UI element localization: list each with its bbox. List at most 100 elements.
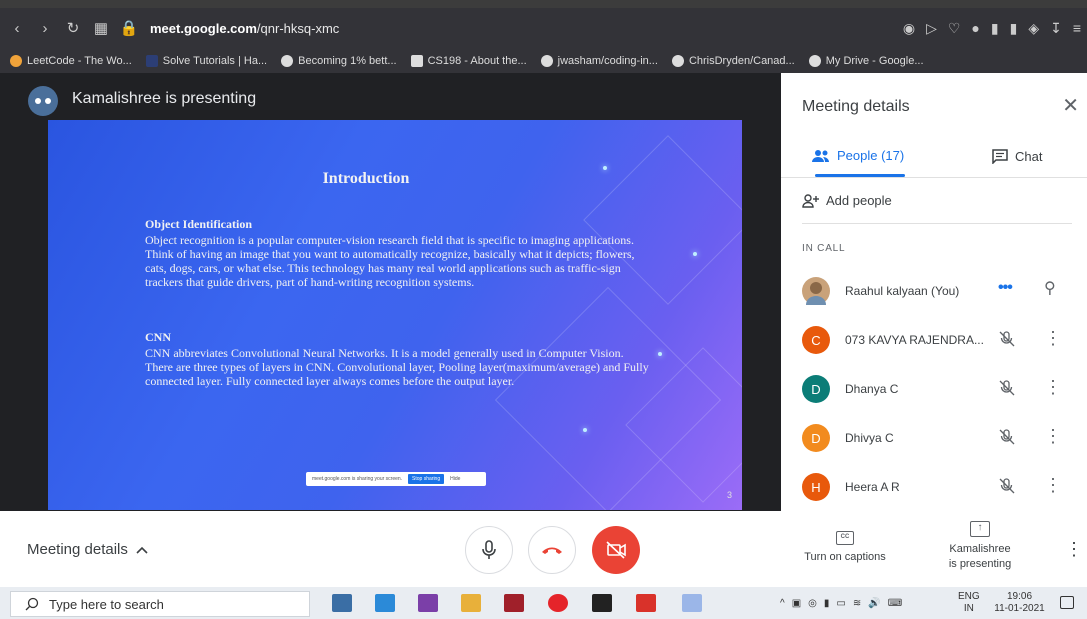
- captions-button[interactable]: CC Turn on captions: [795, 531, 895, 563]
- bookmark-leetcode[interactable]: LeetCode - The Wo...: [10, 54, 132, 67]
- presentation-slide: Introduction Object Identification Objec…: [48, 120, 742, 510]
- tray-app-icon[interactable]: ▣: [792, 598, 801, 609]
- forward-icon[interactable]: ›: [34, 20, 56, 37]
- back-icon[interactable]: ‹: [6, 20, 28, 37]
- camera-icon[interactable]: ◉: [903, 20, 915, 37]
- reload-icon[interactable]: ↻: [62, 19, 84, 37]
- download-icon[interactable]: ↧: [1050, 20, 1062, 37]
- participant-row[interactable]: H Heera A R ⋮: [802, 471, 1082, 503]
- slide-paragraph-2: CNN abbreviates Convolutional Neural Net…: [145, 346, 649, 388]
- document-icon: [410, 54, 423, 67]
- participant-name: Dhanya C: [845, 382, 899, 396]
- user-photo-icon: [806, 282, 826, 305]
- taskbar-clock[interactable]: 19:06 11-01-2021: [992, 591, 1047, 615]
- file-explorer-icon[interactable]: [461, 594, 481, 612]
- acrobat-icon[interactable]: [636, 594, 656, 612]
- add-person-icon: [802, 193, 819, 208]
- tab-chat[interactable]: Chat: [991, 148, 1042, 164]
- notifications-icon[interactable]: [1060, 596, 1074, 609]
- bookmark-hackerearth[interactable]: Solve Tutorials | Ha...: [145, 54, 267, 67]
- camera-off-icon: [606, 541, 626, 559]
- github-icon: [281, 54, 294, 67]
- slide-title: Introduction: [322, 170, 410, 187]
- add-people-label: Add people: [826, 193, 892, 208]
- meeting-details-button[interactable]: Meeting details: [27, 541, 148, 558]
- app-icon[interactable]: [682, 594, 702, 612]
- slide-dot: [658, 352, 662, 356]
- vscode-icon[interactable]: [375, 594, 395, 612]
- usb-icon[interactable]: ▮: [824, 598, 830, 609]
- url-path: /qnr-hksq-xmc: [256, 20, 340, 36]
- battery-icon[interactable]: ▭: [836, 598, 845, 609]
- camera-off-button[interactable]: [592, 526, 640, 574]
- keyboard-icon[interactable]: ⌨: [888, 598, 902, 609]
- hide-share-bar-button[interactable]: Hide: [450, 476, 460, 482]
- close-icon[interactable]: ✕: [1062, 93, 1079, 118]
- more-options-icon[interactable]: ⋮: [1044, 327, 1062, 349]
- taskbar-search-input[interactable]: Type here to search: [10, 591, 310, 617]
- participant-name: Dhivya C: [845, 431, 894, 445]
- more-options-icon[interactable]: •••: [998, 279, 1013, 297]
- google-icon: [808, 54, 821, 67]
- phone-hangup-icon: [542, 547, 562, 554]
- captions-icon: CC: [836, 531, 854, 545]
- mail-app-icon[interactable]: [332, 594, 352, 612]
- more-options-icon[interactable]: ⋮: [1044, 376, 1062, 398]
- slide-paragraph-1: Object recognition is a popular computer…: [145, 233, 635, 289]
- divider: [802, 223, 1072, 224]
- in-call-heading: IN CALL: [802, 243, 846, 254]
- extension-icon[interactable]: ●: [971, 20, 979, 36]
- bookmark-cs198[interactable]: CS198 - About the...: [410, 54, 527, 67]
- slide-dot: [693, 252, 697, 256]
- more-options-icon[interactable]: ⋮: [1065, 539, 1083, 560]
- avatar: D: [802, 375, 830, 403]
- add-people-button[interactable]: Add people: [802, 193, 892, 208]
- opera-icon[interactable]: [548, 594, 568, 612]
- slide-page-number: 3: [726, 490, 732, 500]
- address-bar[interactable]: meet.google.com/qnr-hksq-xmc: [150, 21, 339, 36]
- gmail-icon[interactable]: ▮: [991, 20, 999, 37]
- hackerearth-icon: [145, 54, 158, 67]
- github-icon: [671, 54, 684, 67]
- participant-row[interactable]: Raahul kalyaan (You) ••• ⚲: [802, 275, 1082, 307]
- play-icon[interactable]: ▷: [926, 20, 937, 37]
- bookmark-github-3[interactable]: ChrisDryden/Canad...: [671, 54, 795, 67]
- tray-app-icon[interactable]: ◎: [808, 598, 817, 609]
- cube-icon[interactable]: ◈: [1028, 20, 1039, 37]
- more-options-icon[interactable]: ⋮: [1044, 474, 1062, 496]
- tab-people[interactable]: People (17): [811, 148, 904, 163]
- presenter-avatar: [28, 86, 58, 116]
- participant-row[interactable]: C 073 KAVYA RAJENDRA... ⋮: [802, 324, 1082, 356]
- epic-games-icon[interactable]: [592, 594, 612, 612]
- presenting-button[interactable]: ↑ Kamalishree is presenting: [930, 521, 1030, 572]
- clock-date: 11-01-2021: [994, 603, 1045, 614]
- volume-icon[interactable]: 🔊: [868, 598, 880, 609]
- input-language[interactable]: ENG IN: [958, 591, 980, 615]
- bookmark-google-drive[interactable]: My Drive - Google...: [808, 54, 924, 67]
- people-icon: [812, 149, 829, 162]
- stop-sharing-button[interactable]: Stop sharing: [408, 474, 445, 484]
- participant-name: Raahul kalyaan (You): [845, 284, 960, 298]
- chevron-up-icon[interactable]: ^: [780, 598, 785, 609]
- end-call-button[interactable]: [528, 526, 576, 574]
- pin-icon[interactable]: ⚲: [1044, 278, 1056, 300]
- slide-heading-cnn: CNN: [145, 330, 171, 344]
- captions-label: Turn on captions: [804, 551, 886, 563]
- leetcode-icon: [10, 54, 22, 67]
- wifi-icon[interactable]: ≋: [853, 598, 861, 609]
- app-icon[interactable]: [504, 594, 524, 612]
- onenote-icon[interactable]: [418, 594, 438, 612]
- search-placeholder: Type here to search: [49, 596, 164, 612]
- heart-icon[interactable]: ♡: [948, 20, 961, 37]
- participant-row[interactable]: D Dhivya C ⋮: [802, 422, 1082, 454]
- bookmark-github-2[interactable]: jwasham/coding-in...: [540, 54, 658, 67]
- more-options-icon[interactable]: ⋮: [1044, 425, 1062, 447]
- participant-row[interactable]: D Dhanya C ⋮: [802, 373, 1082, 405]
- browser-extensions: ◉ ▷ ♡ ● ▮ ▮ ◈ ↧ ≡: [903, 8, 1081, 48]
- bookmark-github-1[interactable]: Becoming 1% bett...: [281, 54, 397, 67]
- menu-icon[interactable]: ≡: [1073, 20, 1081, 36]
- apps-grid-icon[interactable]: ▦: [90, 19, 112, 37]
- slide-heading-object-identification: Object Identification: [145, 217, 252, 231]
- microphone-button[interactable]: [465, 526, 513, 574]
- sheets-icon[interactable]: ▮: [1010, 20, 1018, 37]
